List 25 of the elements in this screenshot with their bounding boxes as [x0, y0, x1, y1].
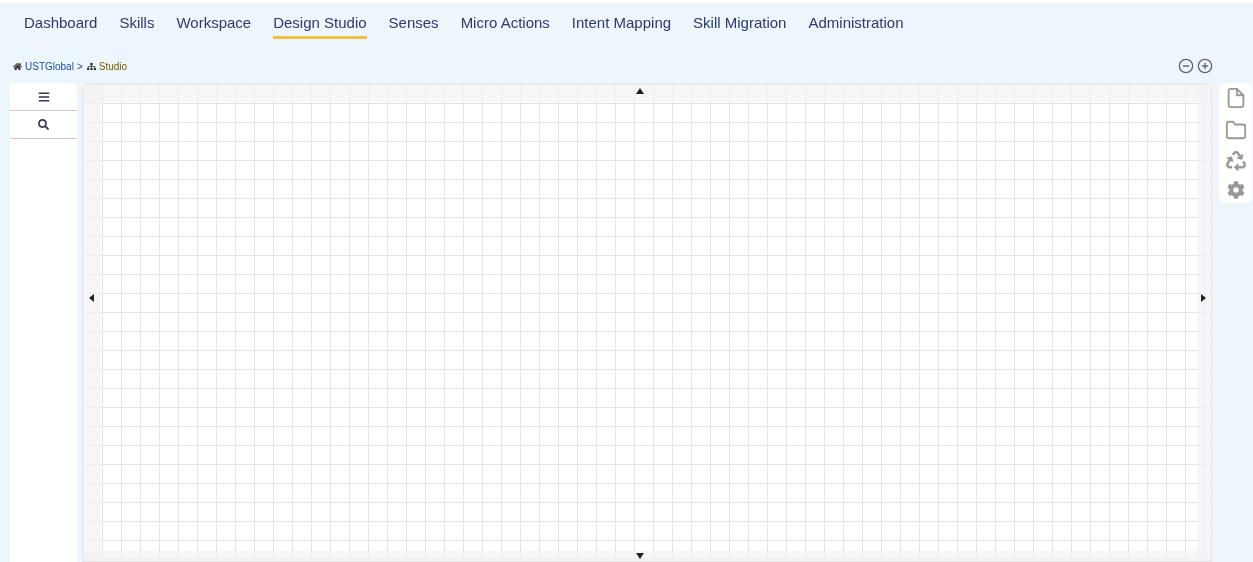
breadcrumb-link[interactable]: Studio	[98, 58, 128, 74]
nav-tab[interactable]: Skills	[119, 12, 155, 39]
sitemap-icon	[86, 61, 96, 71]
search-icon	[38, 119, 49, 130]
nav-tab[interactable]: Skill Migration	[693, 12, 787, 39]
nav-tab[interactable]: Design Studio	[273, 12, 367, 39]
menu-icon	[37, 90, 50, 103]
breadcrumb-link[interactable]: USTGlobal	[25, 58, 74, 74]
nav-tab[interactable]: Dashboard	[24, 12, 98, 39]
nav-tab[interactable]: Workspace	[176, 12, 252, 39]
home-icon	[13, 61, 22, 71]
nav-tab[interactable]: Micro Actions	[460, 12, 550, 39]
breadcrumb-separator: >	[76, 59, 83, 74]
nav-tab[interactable]: Administration	[808, 12, 904, 39]
nav-tab[interactable]: Intent Mapping	[571, 12, 672, 39]
scroll-right-icon[interactable]	[1201, 294, 1206, 302]
zoom-in-icon[interactable]	[1197, 58, 1213, 74]
zoom-out-icon[interactable]	[1178, 58, 1194, 74]
scroll-up-icon[interactable]	[636, 88, 644, 94]
recycle-icon[interactable]	[1225, 151, 1246, 171]
scroll-down-icon[interactable]	[636, 553, 644, 559]
scroll-left-icon[interactable]	[89, 294, 94, 302]
nav-tab[interactable]: Senses	[388, 12, 439, 39]
settings-icon[interactable]	[1226, 181, 1245, 199]
folder-icon[interactable]	[1224, 119, 1247, 141]
